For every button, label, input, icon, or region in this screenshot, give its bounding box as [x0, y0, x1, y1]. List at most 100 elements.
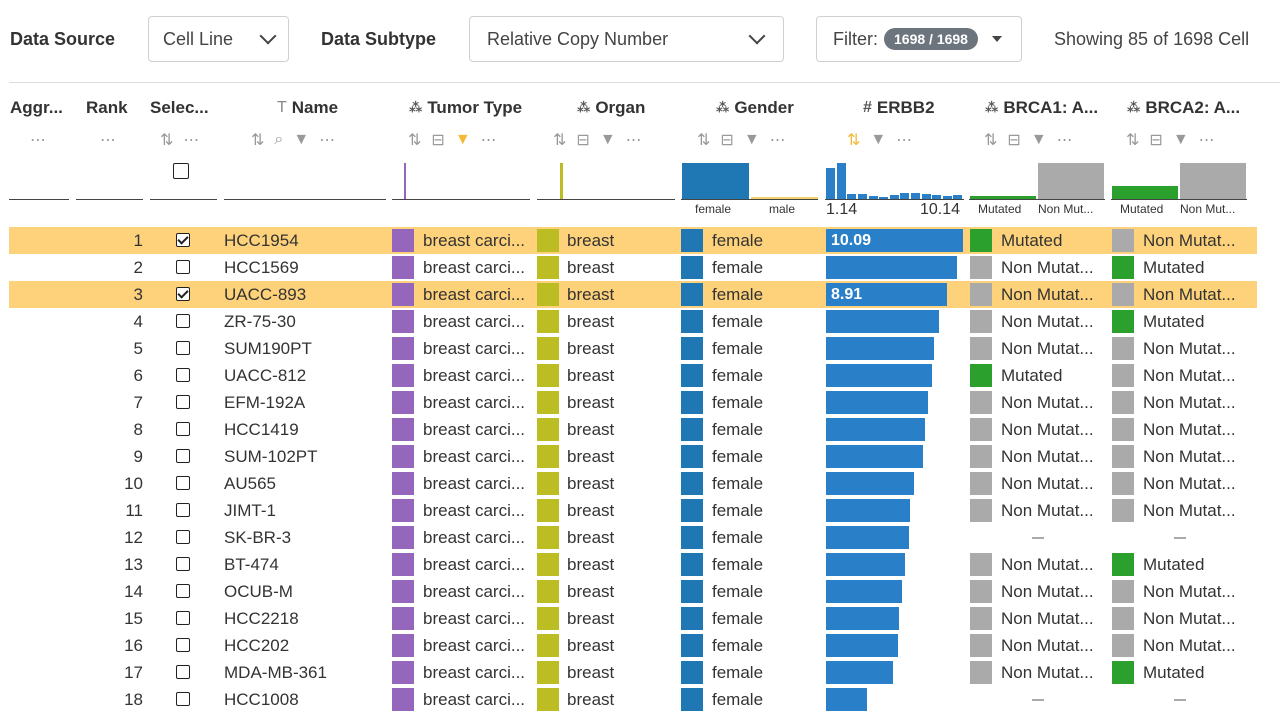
row-select-checkbox[interactable] — [176, 476, 190, 490]
filter-icon[interactable]: ▼ — [870, 131, 886, 149]
more-icon[interactable]: ⋯ — [183, 130, 199, 150]
group-icon[interactable]: ⊟ — [1149, 130, 1162, 150]
brca2-swatch — [1112, 418, 1134, 441]
more-icon[interactable]: ⋯ — [1199, 130, 1215, 150]
gender-male-label: male — [769, 202, 796, 216]
table-row[interactable]: 10 AU565 breast carci... breast female Non Mu… — [9, 470, 1257, 497]
row-select-checkbox[interactable] — [176, 449, 190, 463]
row-select-checkbox[interactable] — [176, 233, 190, 247]
brca2-cell: Non Mutat... — [1143, 339, 1236, 358]
row-select-checkbox[interactable] — [176, 584, 190, 598]
tumor-type-swatch — [392, 418, 414, 441]
table-row[interactable]: 4 ZR-75-30 breast carci... breast female Non … — [9, 308, 1257, 335]
filter-active-icon[interactable]: ▼ — [455, 131, 471, 149]
tumor-type-cell: breast carci... — [423, 474, 526, 493]
group-icon[interactable]: ⊟ — [431, 130, 444, 150]
data-source-select[interactable]: Cell Line — [148, 16, 289, 62]
name-cell: ZR-75-30 — [224, 312, 296, 331]
table-row[interactable]: 5 SUM190PT breast carci... breast female Non … — [9, 335, 1257, 362]
row-select-checkbox[interactable] — [176, 503, 190, 517]
header-select[interactable]: Selec... — [150, 98, 209, 118]
table-row[interactable]: 17 MDA-MB-361 breast carci... breast female N… — [9, 659, 1257, 686]
header-organ[interactable]: ⁂ Organ — [577, 98, 645, 118]
brca1-cell: Mutated — [1001, 231, 1063, 250]
tumor-type-cell: breast carci... — [423, 636, 526, 655]
row-select-checkbox[interactable] — [176, 260, 190, 274]
table-row[interactable]: 6 UACC-812 breast carci... breast female Muta… — [9, 362, 1257, 389]
erbb2-histogram-bin — [900, 193, 910, 199]
header-rank[interactable]: Rank — [86, 98, 128, 118]
sort-icon[interactable]: ⇅ — [697, 130, 710, 150]
header-brca2[interactable]: ⁂ BRCA2: A... — [1127, 98, 1240, 118]
erbb2-histogram[interactable] — [826, 163, 964, 199]
row-select-checkbox[interactable] — [176, 395, 190, 409]
brca1-summary-mutated-bar[interactable] — [970, 196, 1036, 199]
sort-icon[interactable]: ⇅ — [1126, 130, 1139, 150]
group-icon[interactable]: ⊟ — [720, 130, 733, 150]
table-row[interactable]: 13 BT-474 breast carci... breast female Non M… — [9, 551, 1257, 578]
sort-icon[interactable]: ⇅ — [160, 130, 173, 150]
header-erbb2[interactable]: # ERBB2 — [863, 98, 935, 118]
table-row[interactable]: 15 HCC2218 breast carci... breast female Non … — [9, 605, 1257, 632]
header-tumor-type[interactable]: ⁂ Tumor Type — [409, 98, 522, 118]
filter-icon[interactable]: ▼ — [293, 131, 309, 149]
table-row[interactable]: 12 SK-BR-3 breast carci... breast female — [9, 524, 1257, 551]
more-icon[interactable]: ⋯ — [626, 130, 642, 150]
more-icon[interactable]: ⋯ — [770, 130, 786, 150]
row-select-checkbox[interactable] — [176, 314, 190, 328]
brca2-summary-mutated-bar[interactable] — [1112, 186, 1178, 199]
row-select-checkbox[interactable] — [176, 530, 190, 544]
more-icon[interactable]: ⋯ — [896, 130, 912, 150]
row-select-checkbox[interactable] — [176, 368, 190, 382]
brca2-swatch — [1112, 364, 1134, 387]
row-select-checkbox[interactable] — [176, 638, 190, 652]
gender-summary-female-bar[interactable] — [682, 163, 749, 199]
sort-active-icon[interactable]: ⇅ — [847, 130, 860, 150]
header-gender[interactable]: ⁂ Gender — [716, 98, 794, 118]
header-aggregate[interactable]: Aggr... — [10, 98, 63, 118]
data-subtype-select[interactable]: Relative Copy Number — [469, 16, 784, 62]
header-brca1[interactable]: ⁂ BRCA1: A... — [985, 98, 1098, 118]
brca2-summary-non-mutated-bar[interactable] — [1180, 163, 1246, 199]
more-icon[interactable]: ⋯ — [481, 130, 497, 150]
row-select-checkbox[interactable] — [176, 665, 190, 679]
table-row[interactable]: 3 UACC-893 breast carci... breast female 8.91… — [9, 281, 1257, 308]
sort-icon[interactable]: ⇅ — [408, 130, 421, 150]
row-select-checkbox[interactable] — [176, 422, 190, 436]
brca1-summary-non-mutated-bar[interactable] — [1038, 163, 1104, 199]
sort-icon[interactable]: ⇅ — [984, 130, 997, 150]
more-icon[interactable]: ⋯ — [319, 130, 335, 150]
header-name[interactable]: T Name — [277, 98, 338, 118]
row-select-checkbox[interactable] — [176, 557, 190, 571]
gender-summary-male-bar[interactable] — [751, 197, 818, 199]
row-select-checkbox[interactable] — [176, 692, 190, 706]
aggr-more-icon[interactable]: ⋯ — [30, 130, 46, 150]
table-row[interactable]: 2 HCC1569 breast carci... breast female Non M… — [9, 254, 1257, 281]
row-select-checkbox[interactable] — [176, 611, 190, 625]
table-row[interactable]: 18 HCC1008 breast carci... breast female — [9, 686, 1257, 713]
rank-more-icon[interactable]: ⋯ — [100, 130, 116, 150]
row-select-checkbox[interactable] — [176, 287, 190, 301]
brca1-swatch — [970, 391, 992, 414]
brca2-swatch — [1112, 391, 1134, 414]
search-icon[interactable]: ⌕ — [274, 131, 283, 149]
group-icon[interactable]: ⊟ — [576, 130, 589, 150]
table-row[interactable]: 7 EFM-192A breast carci... breast female Non … — [9, 389, 1257, 416]
row-select-checkbox[interactable] — [176, 341, 190, 355]
filter-button[interactable]: Filter: 1698 / 1698 — [816, 16, 1022, 62]
filter-icon[interactable]: ▼ — [744, 131, 760, 149]
table-row[interactable]: 9 SUM-102PT breast carci... breast female Non… — [9, 443, 1257, 470]
table-row[interactable]: 8 HCC1419 breast carci... breast female Non M… — [9, 416, 1257, 443]
table-row[interactable]: 14 OCUB-M breast carci... breast female Non M… — [9, 578, 1257, 605]
filter-icon[interactable]: ▼ — [1031, 131, 1047, 149]
sort-icon[interactable]: ⇅ — [553, 130, 566, 150]
table-row[interactable]: 11 JIMT-1 breast carci... breast female Non M… — [9, 497, 1257, 524]
more-icon[interactable]: ⋯ — [1057, 130, 1073, 150]
group-icon[interactable]: ⊟ — [1007, 130, 1020, 150]
table-row[interactable]: 1 HCC1954 breast carci... breast female 10.09… — [9, 227, 1257, 254]
select-all-checkbox[interactable] — [173, 163, 189, 179]
filter-icon[interactable]: ▼ — [600, 131, 616, 149]
table-row[interactable]: 16 HCC202 breast carci... breast female Non M… — [9, 632, 1257, 659]
sort-icon[interactable]: ⇅ — [251, 130, 264, 150]
filter-icon[interactable]: ▼ — [1173, 131, 1189, 149]
